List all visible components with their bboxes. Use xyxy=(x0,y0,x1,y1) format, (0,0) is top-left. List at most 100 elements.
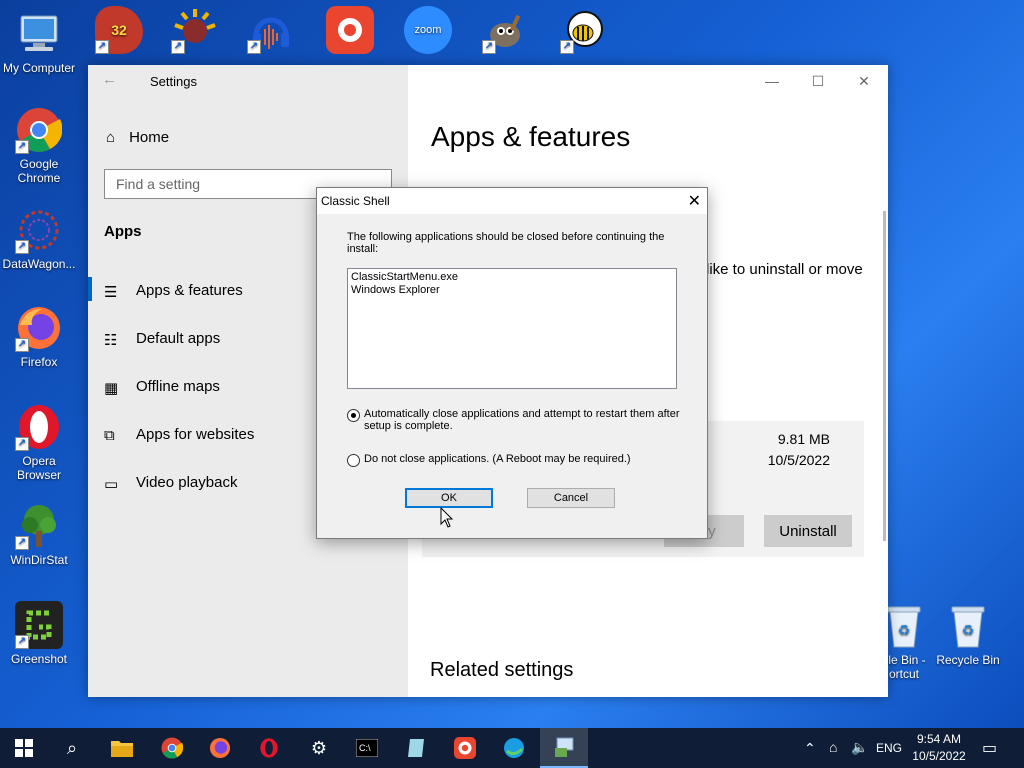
option-label: Do not close applications. (A Reboot may… xyxy=(364,453,631,465)
close-button[interactable]: ✕ xyxy=(841,69,887,93)
sidebar-item-video-playback[interactable]: ▭ Video playback xyxy=(104,470,237,494)
gom-player-icon xyxy=(326,6,374,54)
search-placeholder: Find a setting xyxy=(116,176,201,192)
taskbar-firefox[interactable] xyxy=(196,728,244,768)
show-hidden-icons-chevron-icon[interactable]: ⌃ xyxy=(804,740,816,757)
desktop-icon-label: My Computer xyxy=(2,61,76,75)
desktop-icon-my-computer[interactable]: My Computer xyxy=(1,10,77,75)
desktop-icon-windirstat[interactable]: ↗ WinDirStat xyxy=(1,502,77,567)
desktop-icon-recycle-bin[interactable]: ♻ Recycle Bin xyxy=(930,602,1006,667)
taskbar-command-prompt[interactable]: C:\ xyxy=(343,728,391,768)
folder-icon xyxy=(111,741,133,757)
svg-text:♻: ♻ xyxy=(898,622,911,638)
description-text: like to uninstall or move xyxy=(706,261,863,278)
app-install-date: 10/5/2022 xyxy=(767,452,830,468)
sidebar-item-default-apps[interactable]: ☷ Default apps xyxy=(104,326,220,350)
desktop-icon-label: Google Chrome xyxy=(17,157,61,185)
start-button[interactable] xyxy=(0,728,48,768)
network-icon[interactable]: ⌂ xyxy=(829,739,837,755)
desktop-icon-firefox[interactable]: ↗ Firefox xyxy=(1,304,77,369)
dialog-message: The following applications should be clo… xyxy=(347,231,665,255)
desktop-icon-xnview[interactable]: ↗ xyxy=(157,6,233,57)
firefox-icon: ↗ xyxy=(15,304,63,352)
taskbar-settings[interactable]: ⚙ xyxy=(295,728,343,768)
terminal-icon: C:\ xyxy=(356,739,378,757)
classic-shell-dialog: Classic Shell ✕ The following applicatio… xyxy=(316,187,708,539)
xnview-icon: ↗ xyxy=(171,6,219,54)
map-icon: ▦ xyxy=(104,380,119,397)
radio-selected-icon[interactable] xyxy=(347,409,360,422)
app-listbox[interactable]: ClassicStartMenu.exe Windows Explorer xyxy=(347,268,677,389)
edge-icon xyxy=(504,738,524,758)
taskbar-edge[interactable] xyxy=(490,728,538,768)
language-indicator[interactable]: ENG xyxy=(876,741,902,755)
option-auto-close[interactable]: Automatically close applications and att… xyxy=(347,408,687,432)
desktop-icon-audacity[interactable]: ↗ xyxy=(233,6,309,57)
notepad-icon xyxy=(408,739,424,757)
taskbar-opera[interactable] xyxy=(245,728,293,768)
list-item[interactable]: Windows Explorer xyxy=(351,284,673,297)
option-do-not-close[interactable]: Do not close applications. (A Reboot may… xyxy=(347,453,687,467)
taskbar-installer[interactable] xyxy=(540,728,588,768)
desktop-icon-label: Firefox xyxy=(20,355,58,369)
search-button[interactable]: ⌕ xyxy=(48,728,96,768)
taskbar-notepad[interactable] xyxy=(392,728,440,768)
desktop-icon-google-chrome[interactable]: ↗ Google Chrome xyxy=(1,106,77,185)
web-link-icon: ⧉ xyxy=(104,427,115,444)
desktop-icon-zoom[interactable]: zoom xyxy=(390,6,466,57)
radio-unselected-icon[interactable] xyxy=(347,454,360,467)
minimize-button[interactable]: — xyxy=(749,69,795,93)
desktop-icon-label: Recycle Bin xyxy=(936,653,1000,667)
desktop-icon-opera-browser[interactable]: ↗ Opera Browser xyxy=(1,403,77,482)
sidebar-item-apps-for-websites[interactable]: ⧉ Apps for websites xyxy=(104,422,254,446)
sidebar-item-label: Offline maps xyxy=(136,377,220,395)
musicbee-icon: ↗ xyxy=(560,6,608,54)
cancel-button[interactable]: Cancel xyxy=(527,488,615,508)
shortcut-arrow-icon: ↗ xyxy=(15,338,29,352)
mouse-cursor-icon xyxy=(440,507,454,528)
zoom-icon: zoom xyxy=(404,6,452,54)
desktop-icon-label: Opera Browser xyxy=(16,454,61,482)
desktop-icon-musicbee[interactable]: ↗ xyxy=(546,6,622,57)
uninstall-button[interactable]: Uninstall xyxy=(764,515,852,547)
desktop-icon-gimp[interactable]: ↗ xyxy=(468,6,544,57)
volume-icon[interactable]: 🔈 xyxy=(851,739,868,756)
desktop-icon-datawagon[interactable]: ↗ DataWagon... xyxy=(1,206,77,271)
taskbar-chrome[interactable] xyxy=(148,728,196,768)
notifications-icon[interactable]: ▭ xyxy=(982,738,997,758)
gom-player-icon xyxy=(454,737,476,759)
shortcut-arrow-icon: ↗ xyxy=(15,437,29,451)
desktop-icon-label: Greenshot xyxy=(10,652,68,666)
sidebar-item-home[interactable]: ⌂ Home xyxy=(106,129,169,146)
desktop-icon-greenshot[interactable]: ↗ Greenshot xyxy=(1,601,77,666)
clock-date: 10/5/2022 xyxy=(912,749,966,763)
taskbar-gom-player[interactable] xyxy=(441,728,489,768)
maximize-button[interactable]: ☐ xyxy=(795,69,841,93)
selection-indicator xyxy=(88,277,92,301)
audacity-icon: ↗ xyxy=(247,6,295,54)
sidebar-item-offline-maps[interactable]: ▦ Offline maps xyxy=(104,374,220,398)
shortcut-arrow-icon: ↗ xyxy=(247,40,261,54)
datawagon-icon: ↗ xyxy=(15,206,63,254)
svg-text:C:\: C:\ xyxy=(359,743,371,753)
desktop-icon-label: DataWagon... xyxy=(2,257,76,271)
sidebar-item-apps-features[interactable]: ☰ Apps & features xyxy=(104,278,243,302)
back-arrow-icon[interactable]: ← xyxy=(102,71,117,88)
list-item[interactable]: ClassicStartMenu.exe xyxy=(351,271,673,284)
taskbar-file-explorer[interactable] xyxy=(98,728,146,768)
ok-button[interactable]: OK xyxy=(405,488,493,508)
desktop-icon-gom-player[interactable] xyxy=(312,6,388,57)
taskbar: ⌕ ⚙ C:\ ⌃ ⌂ 🔈 ENG 9:54 AM 10/5/2022 ▭ xyxy=(0,728,1024,768)
sidebar-item-label: Apps for websites xyxy=(136,425,255,443)
badge-text: zoom xyxy=(414,24,442,36)
clock[interactable]: 9:54 AM 10/5/2022 xyxy=(912,732,966,763)
settings-window-title: Settings xyxy=(150,74,197,89)
close-icon[interactable]: ✕ xyxy=(688,191,701,211)
opera-icon xyxy=(260,738,278,758)
scrollbar[interactable] xyxy=(883,211,886,541)
opera-icon: ↗ xyxy=(15,403,63,451)
sidebar-item-label: Home xyxy=(129,129,170,146)
svg-text:♻: ♻ xyxy=(962,622,975,638)
desktop-icon-irfanview[interactable]: 32 ↗ xyxy=(81,6,157,57)
dialog-title: Classic Shell xyxy=(317,188,707,214)
